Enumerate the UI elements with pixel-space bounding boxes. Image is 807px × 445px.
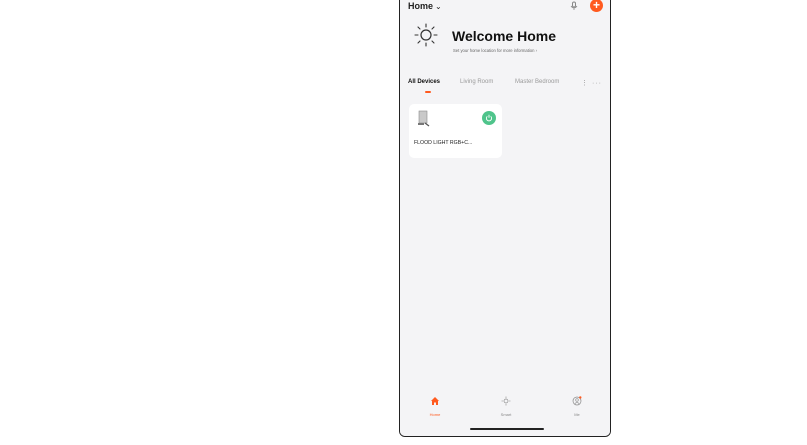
chevron-down-icon: ⌄: [435, 2, 442, 11]
phone-screen: Home ⌄ + Welcome Home Set your home locat…: [399, 0, 611, 437]
active-tab-indicator: [425, 91, 431, 93]
device-card[interactable]: FLOOD LIGHT RGB+C...: [409, 104, 502, 158]
nav-me[interactable]: Me: [562, 393, 592, 417]
power-icon: [485, 114, 493, 122]
tab-master-bedroom[interactable]: Master Bedroom: [515, 79, 559, 85]
add-device-button[interactable]: +: [590, 0, 603, 12]
nav-smart-label: Smart: [500, 412, 512, 417]
tab-living-room[interactable]: Living Room: [460, 79, 493, 85]
home-icon: [431, 397, 439, 405]
microphone-icon[interactable]: [569, 1, 579, 11]
bottom-nav: Home Smart Me: [400, 388, 610, 436]
flood-light-icon: [418, 110, 430, 127]
nav-me-label: Me: [574, 412, 580, 417]
set-location-link[interactable]: Set your home location for more informat…: [453, 48, 537, 53]
home-indicator-bar: [470, 428, 544, 430]
nav-smart[interactable]: Smart: [491, 393, 521, 417]
welcome-title: Welcome Home: [452, 28, 556, 44]
more-icon[interactable]: ⋮ ···: [581, 79, 602, 87]
nav-home-label: Home: [429, 412, 441, 417]
home-title: Home: [408, 1, 434, 11]
home-selector[interactable]: Home ⌄: [408, 1, 442, 11]
device-name: FLOOD LIGHT RGB+C...: [414, 140, 473, 146]
top-bar: Home ⌄ +: [400, 0, 610, 19]
sun-icon: [501, 396, 511, 406]
profile-icon: [572, 396, 582, 406]
tab-all-devices[interactable]: All Devices: [408, 79, 440, 85]
power-toggle-button[interactable]: [482, 111, 496, 125]
nav-home[interactable]: Home: [420, 393, 450, 417]
weather-sun-icon: [414, 23, 438, 47]
room-tabs: All Devices Living Room Master Bedroom ⋮…: [408, 79, 608, 93]
